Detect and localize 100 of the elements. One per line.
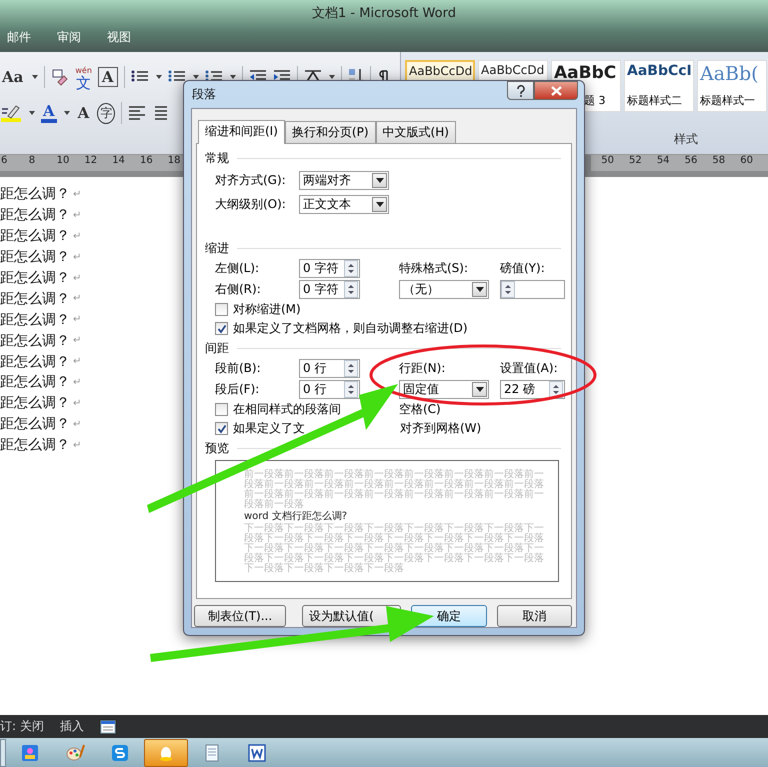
spinner-arrows-icon[interactable]	[344, 381, 358, 398]
checkbox-label: 对称缩进(M)	[233, 301, 301, 318]
group-label: 样式	[674, 131, 698, 148]
spacing-after-field[interactable]: 0 行	[299, 380, 360, 399]
paragraph-mark: ↵	[73, 335, 82, 346]
close-icon	[550, 86, 562, 96]
document-text: 距怎么调？	[0, 415, 70, 434]
special-indent-dropdown[interactable]: （无）	[399, 280, 489, 299]
line-spacing-value-field[interactable]: 22 磅	[500, 380, 565, 399]
help-button[interactable]	[507, 81, 534, 100]
checkbox-label: 如果定义了文	[233, 420, 305, 437]
app-icon	[110, 742, 130, 762]
paragraph-mark: ↵	[73, 314, 82, 326]
align-left-icon[interactable]	[128, 105, 146, 121]
document-text: 距怎么调？	[0, 332, 70, 350]
caret-icon	[376, 202, 384, 206]
ribbon-tab[interactable]: 审阅	[57, 29, 81, 46]
document-text: 距怎么调？	[0, 227, 70, 246]
checkbox-label: 在相同样式的段落间	[233, 401, 341, 418]
font-color-button[interactable]: A	[41, 103, 57, 123]
eraser-icon[interactable]	[51, 68, 70, 86]
window-title: 文档1 - Microsoft Word	[311, 5, 457, 22]
preview-text: 前一段落前一段落前一段落前一段落前一段落前一段落前一段落前一段落前一段落前一段落前一段落前一段落前一段落前一段落前一段落前一段落前一段落前一段落前一段落前一段落前一段落前一段落前一段落前一段落	[244, 470, 545, 510]
char-shading-button[interactable]: A	[76, 104, 92, 122]
field-label: 大纲级别(O):	[215, 196, 287, 212]
layout-icon[interactable]	[100, 720, 116, 734]
close-button[interactable]	[534, 81, 578, 100]
spacing-before-field[interactable]: 0 行	[299, 359, 360, 378]
field-label: 段后(F):	[215, 381, 260, 398]
status-item[interactable]: 插入	[60, 718, 84, 735]
enclose-char-button[interactable]: 字	[97, 102, 116, 124]
palette-icon	[65, 742, 85, 762]
document-text: 距怎么调？	[0, 373, 70, 392]
caret-icon	[476, 387, 484, 392]
caret-icon	[476, 287, 484, 292]
paragraph-mark: ↵	[73, 188, 82, 200]
document-text: 距怎么调？	[0, 248, 70, 266]
spinner-arrows-icon[interactable]	[344, 360, 358, 377]
taskbar-button[interactable]	[144, 738, 188, 766]
ribbon-tab[interactable]: 邮件	[7, 29, 31, 46]
field-label: 磅值(Y):	[500, 260, 546, 277]
help-icon	[516, 84, 526, 96]
dialog-tab[interactable]: 中文版式(H)	[376, 121, 456, 143]
spinner-arrows-icon[interactable]	[344, 281, 358, 298]
style-swatch[interactable]: AaBbCcI 标题样式二	[624, 60, 694, 112]
document-text: 距怎么调？	[0, 310, 70, 329]
left-indent-field[interactable]: 0 字符	[299, 259, 360, 278]
caret-icon	[29, 111, 35, 115]
field-label: 左侧(L):	[215, 260, 260, 277]
dialog-title: 段落	[192, 86, 216, 103]
paragraph-mark: ↵	[73, 230, 82, 242]
paragraph-mark: ↵	[73, 356, 82, 368]
highlighter-icon[interactable]	[0, 103, 22, 123]
dialog-tab[interactable]: 换行和分页(P)	[284, 121, 376, 143]
caret-icon	[64, 111, 70, 115]
spinner-arrows-icon[interactable]	[501, 281, 515, 298]
checkbox[interactable]	[215, 322, 228, 335]
change-case-button[interactable]: Aa	[0, 68, 26, 86]
document-text: 距怎么调？	[0, 206, 70, 224]
document-text: 距怎么调？	[0, 352, 70, 371]
checkbox[interactable]	[215, 422, 228, 435]
document-text: 距怎么调？	[0, 290, 70, 308]
field-label: 设置值(A):	[500, 360, 559, 377]
line-spacing-dropdown[interactable]: 固定值	[399, 380, 489, 399]
dialog-button[interactable]: 取消	[496, 605, 572, 627]
document-text: 距怎么调？	[0, 436, 70, 454]
field-label: 右侧(R):	[215, 281, 262, 298]
dialog-tab[interactable]: 缩进和间距(I)	[198, 120, 285, 144]
phonetic-guide-button[interactable]: wén 文	[75, 64, 92, 90]
caret-icon	[156, 75, 162, 79]
section-heading: 间距	[205, 340, 229, 356]
caret-icon	[32, 75, 38, 79]
ribbon-tab[interactable]: 视图	[107, 29, 131, 46]
paragraph-mark: ↵	[73, 252, 82, 263]
field-label: 行距(N):	[399, 360, 446, 377]
field-label: 段前(B):	[215, 360, 262, 377]
document-text: 距怎么调？	[0, 185, 70, 204]
checkbox[interactable]	[215, 303, 228, 316]
checkbox[interactable]	[215, 403, 228, 416]
paragraph-mark: ↵	[73, 376, 82, 388]
document-text: 距怎么调？	[0, 394, 70, 412]
spinner-arrows-icon[interactable]	[344, 260, 358, 277]
paragraph-mark: ↵	[73, 210, 82, 221]
section-heading: 缩进	[205, 240, 229, 256]
photo-viewer-icon	[20, 742, 40, 762]
status-item[interactable]: 订: 关闭	[0, 718, 44, 735]
paragraph-mark: ↵	[73, 293, 82, 304]
char-border-button[interactable]: A	[98, 67, 118, 87]
checkbox-label: 如果定义了文档网格，则自动调整右缩进(D)	[233, 320, 468, 337]
style-swatch[interactable]: AaBb( 标题样式一	[697, 60, 767, 112]
right-indent-field[interactable]: 0 字符	[299, 280, 360, 299]
spinner-arrows-icon[interactable]	[549, 381, 563, 398]
outline-level-dropdown[interactable]: 正文文本	[299, 194, 389, 214]
taskbar-button[interactable]	[0, 738, 6, 766]
indent-by-field[interactable]	[500, 280, 565, 299]
alignment-dropdown[interactable]: 两端对齐	[299, 170, 389, 190]
dialog-button[interactable]: 制表位(T)...	[194, 605, 286, 627]
word-icon	[247, 742, 267, 762]
preview-sample-text: word 文档行距怎么调?	[244, 512, 348, 522]
paragraph-mark: ↵	[73, 440, 82, 451]
